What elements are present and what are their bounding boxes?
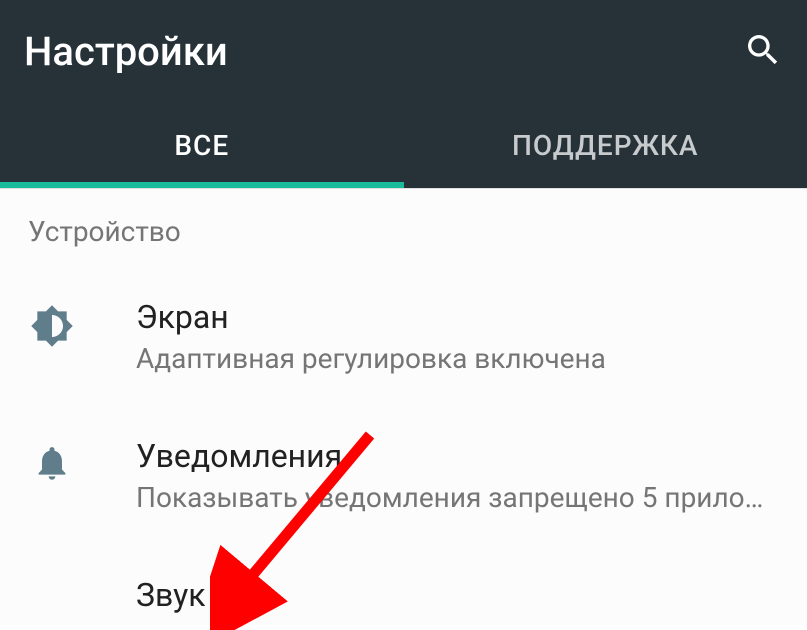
settings-item-display[interactable]: Экран Адаптивная регулировка включена [0, 266, 807, 405]
bell-icon [28, 443, 76, 483]
brightness-icon [28, 304, 76, 348]
tabs: ВСЕ ПОДДЕРЖКА [0, 103, 807, 188]
item-subtitle: Показывать уведомления запрещено 5 прило… [136, 481, 779, 514]
item-text: Звук [136, 576, 779, 620]
settings-item-sound[interactable]: Звук [0, 544, 807, 622]
item-title: Уведомления [136, 437, 779, 475]
search-icon [743, 30, 783, 70]
tab-all[interactable]: ВСЕ [0, 103, 404, 188]
item-title: Экран [136, 298, 779, 336]
settings-item-notifications[interactable]: Уведомления Показывать уведомления запре… [0, 405, 807, 544]
section-header-device: Устройство [0, 189, 807, 266]
app-bar: Настройки [0, 0, 807, 103]
item-text: Экран Адаптивная регулировка включена [136, 298, 779, 375]
item-subtitle: Адаптивная регулировка включена [136, 342, 779, 375]
tab-label: ВСЕ [174, 129, 229, 162]
content: Устройство Экран Адаптивная регулировка … [0, 188, 807, 625]
page-title: Настройки [24, 28, 228, 75]
tab-label: ПОДДЕРЖКА [512, 129, 699, 162]
tab-support[interactable]: ПОДДЕРЖКА [404, 103, 807, 188]
search-button[interactable] [743, 30, 783, 74]
item-text: Уведомления Показывать уведомления запре… [136, 437, 779, 514]
item-title: Звук [136, 576, 779, 614]
